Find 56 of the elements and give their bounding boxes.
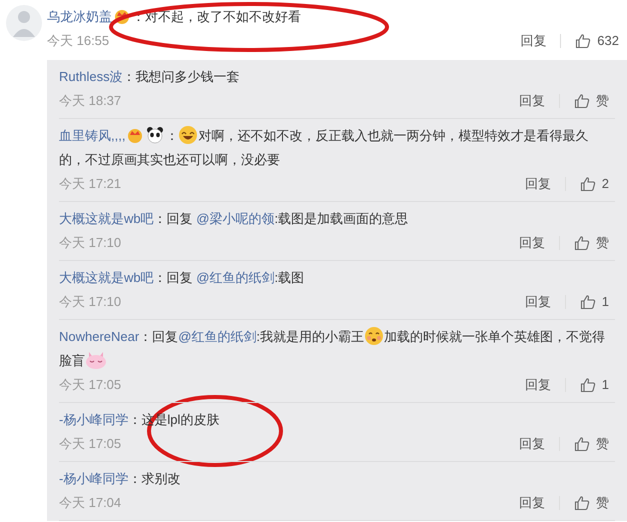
thumbs-up-icon [574,436,590,452]
timestamp: 今天 17:21 [59,175,122,193]
thumbs-up-icon [574,235,590,251]
timestamp: 今天 17:05 [59,376,122,394]
timestamp: 今天 16:55 [47,32,110,50]
like-button[interactable]: 赞 [574,432,611,456]
shy-emoji-icon [364,326,384,346]
like-button[interactable]: 赞 [574,89,611,113]
mention-link[interactable]: @梁小呢的领 [196,211,274,226]
reply-button[interactable]: 回复 [524,290,551,314]
user-name-link[interactable]: Ruthless波 [59,69,123,84]
thumbs-up-icon [574,495,590,511]
thumbs-up-icon [580,176,596,192]
timestamp: 今天 17:04 [59,494,122,512]
like-button[interactable]: 赞 [574,491,611,515]
comment-text: -杨小峰同学：求别改 [59,470,182,488]
reply-button[interactable]: 回复 [519,89,545,113]
comment-text: 大概这就是wb吧：回复 @红鱼的纸剑:载图 [59,269,306,287]
reply-button[interactable]: 回复 [524,373,551,397]
timestamp: 今天 17:10 [59,234,122,252]
comment-text: Ruthless波：我想问多少钱一套 [59,68,241,86]
like-button[interactable]: 1 [580,373,611,397]
reply-button[interactable]: 回复 [524,172,551,196]
mention-link[interactable]: @红鱼的纸剑 [196,270,274,285]
like-button[interactable]: 632 [575,29,621,53]
reply-button[interactable]: 回复 [519,231,545,255]
comment-text: 血里铸风,,,, ： 对啊，还不如不改，反正载入也就一两分钟，模型特效才是看得最久的，不过原画其实也还可以啊，没必要 [59,124,611,172]
user-name-link[interactable]: 血里铸风,,,, [59,128,126,143]
reply-button[interactable]: 回复 [519,432,545,456]
thumbs-up-icon [574,93,590,109]
mention-link[interactable]: @红鱼的纸剑 [178,329,256,344]
laughing-emoji-icon [178,125,198,145]
timestamp: 今天 18:37 [59,92,122,110]
pig-emoji-icon [85,350,107,370]
like-button[interactable]: 1 [580,290,611,314]
avatar[interactable] [6,5,42,41]
like-button[interactable]: 赞 [574,231,611,255]
user-name-link[interactable]: 大概这就是wb吧 [59,270,154,285]
timestamp: 今天 17:10 [59,293,122,311]
user-name-link[interactable]: -杨小峰同学 [59,471,128,486]
comment-text: 大概这就是wb吧：回复 @梁小呢的领:载图是加载画面的意思 [59,210,410,228]
comment-text: NowhereNear：回复@红鱼的纸剑:我就是用的小霸王 加载的时候就一张单个英雄图，不觉得脸盲 [59,325,611,373]
timestamp: 今天 17:05 [59,435,122,453]
thumbs-up-icon [580,294,596,310]
reply-button[interactable]: 回复 [520,29,546,53]
user-name-link[interactable]: 大概这就是wb吧 [59,211,154,226]
thumbs-up-icon [580,377,596,393]
reply-button[interactable]: 回复 [519,491,545,515]
crown-icon [126,127,144,143]
user-name-link[interactable]: 乌龙冰奶盖 [47,9,112,24]
panda-icon [146,126,164,144]
like-button[interactable]: 2 [580,172,611,196]
user-name-link[interactable]: NowhereNear [59,329,140,344]
user-name-link[interactable]: -杨小峰同学 [59,412,128,427]
crown-icon [113,8,131,24]
thumbs-up-icon [575,33,592,49]
